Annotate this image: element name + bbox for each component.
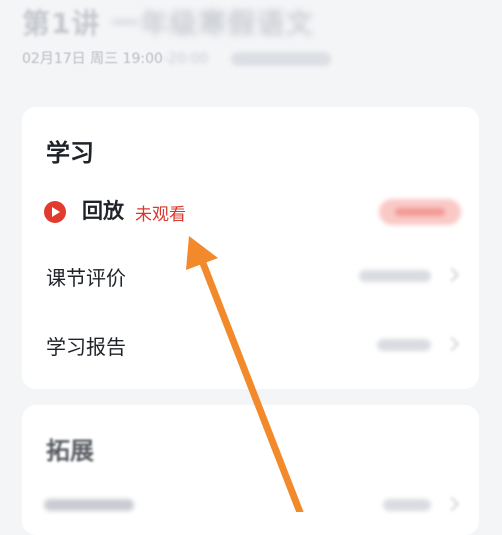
study-report-value	[377, 339, 431, 351]
lesson-review-value	[359, 270, 431, 282]
lesson-header: 第1讲 一年级寒假语文 02月17日 周三 19:00-20:00	[22, 0, 492, 80]
lesson-title: 第1讲 一年级寒假语文	[22, 2, 314, 42]
chevron-right-icon	[444, 267, 460, 283]
play-circle-icon	[44, 201, 66, 223]
lesson-meta: 02月17日 周三 19:00-20:00	[22, 48, 331, 68]
extension-card-title: 拓展	[46, 437, 94, 465]
lesson-review-label: 课节评价	[46, 266, 126, 290]
lesson-time-end: -20:00	[162, 51, 209, 67]
lesson-time-start: 19:00	[122, 51, 163, 67]
replay-status: 未观看	[135, 205, 186, 225]
extension-row-label	[44, 499, 134, 511]
extension-card: 拓展	[22, 405, 479, 535]
extension-row[interactable]	[22, 477, 479, 533]
extension-row-value	[383, 499, 431, 511]
lesson-title-text: 一年级寒假语文	[111, 7, 315, 40]
replay-badge[interactable]	[379, 199, 461, 225]
chevron-right-icon	[444, 496, 460, 512]
lesson-review-row[interactable]: 课节评价	[22, 248, 479, 304]
chevron-right-icon	[444, 336, 460, 352]
study-report-row[interactable]: 学习报告	[22, 317, 479, 373]
study-report-label: 学习报告	[46, 335, 126, 359]
study-card: 学习 回放 未观看 课节评价 学习报告	[22, 107, 479, 389]
lesson-number: 第1讲	[22, 7, 101, 40]
study-card-title: 学习	[46, 139, 94, 167]
lesson-teacher-placeholder	[230, 52, 331, 66]
lesson-date: 02月17日 周三	[22, 51, 119, 67]
replay-label: 回放	[82, 199, 124, 223]
replay-row[interactable]: 回放 未观看	[22, 183, 479, 239]
